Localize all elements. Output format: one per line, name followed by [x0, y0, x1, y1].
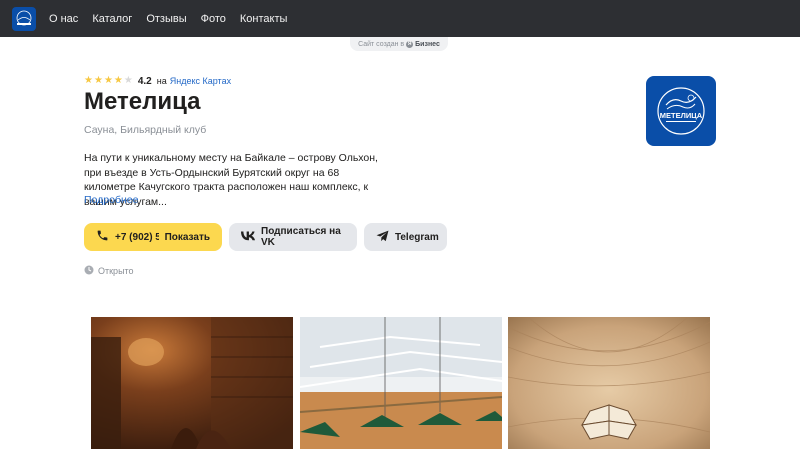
star-icon: ★ [123, 75, 133, 86]
telegram-button[interactable]: Telegram [364, 223, 447, 251]
gallery-photo-interior[interactable] [91, 317, 293, 449]
rating-value: 4.2 [137, 75, 152, 87]
main-nav: О нас Каталог Отзывы Фото Контакты [49, 0, 287, 37]
star-icon: ★ [113, 75, 123, 86]
open-status: Открыто [84, 265, 134, 277]
page-title: Метелица [84, 88, 201, 115]
gallery-photo-ceiling[interactable] [508, 317, 710, 449]
show-phone-label: Показать [164, 231, 210, 243]
rating-source-link[interactable]: Яндекс Картах [170, 76, 231, 86]
star-icon: ★ [103, 75, 113, 86]
clock-icon [84, 265, 94, 277]
nav-item-about[interactable]: О нас [49, 13, 78, 25]
site-credit-badge[interactable]: Сайт создан в Я Бизнес [350, 37, 448, 51]
nav-item-photos[interactable]: Фото [201, 13, 226, 25]
star-icon: ★ [84, 75, 93, 86]
show-phone-button[interactable]: +7 (902) 56 Показать [84, 223, 222, 251]
vk-icon [241, 231, 256, 244]
rating-row: ★ ★ ★ ★ ★ 4.2 на Яндекс Картах [84, 75, 231, 87]
more-link[interactable]: Подробнее [84, 194, 138, 206]
logo-text: МЕТЕЛИЦА [660, 111, 703, 120]
vk-button-label: Подписаться на VK [261, 226, 341, 248]
rating-stars: ★ ★ ★ ★ ★ [84, 76, 133, 86]
credit-prefix: Сайт создан в [358, 40, 405, 48]
telegram-button-label: Telegram [395, 231, 439, 243]
top-navigation-bar: О нас Каталог Отзывы Фото Контакты [0, 0, 800, 37]
phone-icon [96, 229, 109, 245]
status-label: Открыто [98, 266, 134, 276]
logo-icon[interactable] [12, 7, 36, 31]
nav-item-reviews[interactable]: Отзывы [146, 13, 186, 25]
nav-item-catalog[interactable]: Каталог [92, 13, 132, 25]
yandex-icon: Я [406, 40, 414, 48]
star-icon: ★ [93, 75, 103, 86]
telegram-icon [376, 230, 389, 245]
business-categories: Сауна, Бильярдный клуб [84, 124, 207, 136]
vk-subscribe-button[interactable]: Подписаться на VK [229, 223, 357, 251]
nav-item-contacts[interactable]: Контакты [240, 13, 288, 25]
rating-on-text: на [156, 76, 167, 86]
phone-number: +7 (902) 56 [115, 231, 159, 243]
brand-logo: МЕТЕЛИЦА [646, 76, 716, 146]
gallery-photo-billiards[interactable] [300, 317, 502, 449]
credit-brand: Бизнес [415, 40, 440, 48]
